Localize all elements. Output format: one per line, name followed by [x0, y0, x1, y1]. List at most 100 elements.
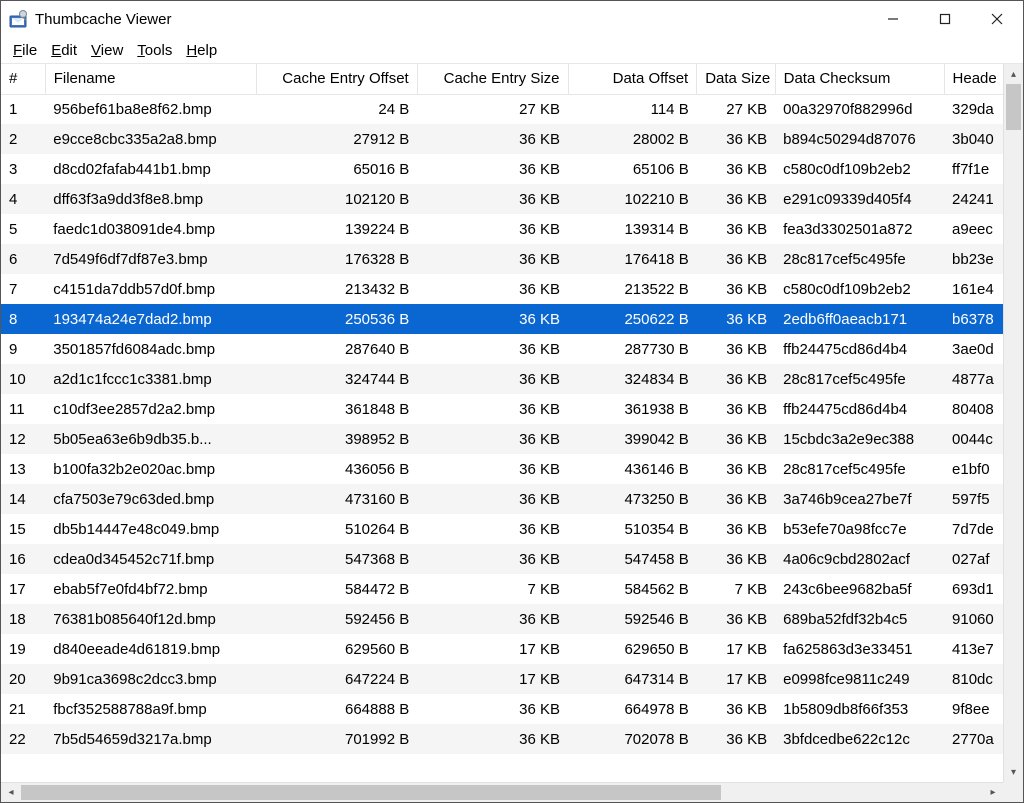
cell-data-size: 36 KB — [697, 184, 775, 214]
col-number[interactable]: # — [1, 64, 45, 94]
scroll-right-icon[interactable]: ▸ — [983, 783, 1003, 803]
scroll-left-icon[interactable]: ◂ — [1, 783, 21, 803]
cell-data-offset: 324834 B — [568, 364, 697, 394]
cell-header-checksum: 7d7de — [944, 514, 1003, 544]
table-row[interactable]: 125b05ea63e6b9db35.b...398952 B36 KB3990… — [1, 424, 1003, 454]
table-row[interactable]: 5faedc1d038091de4.bmp139224 B36 KB139314… — [1, 214, 1003, 244]
col-data-offset[interactable]: Data Offset — [568, 64, 697, 94]
cell-cache-entry-size: 36 KB — [417, 604, 568, 634]
hscroll-thumb[interactable] — [21, 785, 721, 800]
table-row[interactable]: 2e9cce8cbc335a2a8.bmp27912 B36 KB28002 B… — [1, 124, 1003, 154]
table-row[interactable]: 1876381b085640f12d.bmp592456 B36 KB59254… — [1, 604, 1003, 634]
cell-data-size: 27 KB — [697, 94, 775, 124]
vertical-scrollbar[interactable]: ▴ ▾ — [1003, 64, 1023, 782]
cell-filename: 5b05ea63e6b9db35.b... — [45, 424, 256, 454]
scroll-down-icon[interactable]: ▾ — [1004, 762, 1024, 782]
table-row[interactable]: 8193474a24e7dad2.bmp250536 B36 KB250622 … — [1, 304, 1003, 334]
cell-number: 20 — [1, 664, 45, 694]
cell-header-checksum: 80408 — [944, 394, 1003, 424]
cell-data-offset: 547458 B — [568, 544, 697, 574]
cell-data-offset: 647314 B — [568, 664, 697, 694]
cell-number: 8 — [1, 304, 45, 334]
vscroll-thumb[interactable] — [1006, 84, 1021, 130]
cell-number: 22 — [1, 724, 45, 754]
cell-data-offset: 250622 B — [568, 304, 697, 334]
table-row[interactable]: 14cfa7503e79c63ded.bmp473160 B36 KB47325… — [1, 484, 1003, 514]
horizontal-scrollbar[interactable]: ◂ ▸ — [1, 782, 1003, 802]
table-row[interactable]: 15db5b14447e48c049.bmp510264 B36 KB51035… — [1, 514, 1003, 544]
close-button[interactable] — [971, 1, 1023, 37]
cell-cache-entry-offset: 139224 B — [256, 214, 417, 244]
cell-data-size: 36 KB — [697, 124, 775, 154]
table-row[interactable]: 93501857fd6084adc.bmp287640 B36 KB287730… — [1, 334, 1003, 364]
menu-edit[interactable]: Edit — [45, 40, 83, 61]
cell-data-size: 36 KB — [697, 214, 775, 244]
cell-cache-entry-offset: 27912 B — [256, 124, 417, 154]
cell-filename: cfa7503e79c63ded.bmp — [45, 484, 256, 514]
window-title: Thumbcache Viewer — [35, 11, 867, 28]
cell-header-checksum: 597f5 — [944, 484, 1003, 514]
vscroll-track[interactable] — [1004, 84, 1023, 762]
cell-header-checksum: 4877a — [944, 364, 1003, 394]
cell-cache-entry-size: 36 KB — [417, 154, 568, 184]
col-data-size[interactable]: Data Size — [697, 64, 775, 94]
minimize-button[interactable] — [867, 1, 919, 37]
header-row[interactable]: # Filename Cache Entry Offset Cache Entr… — [1, 64, 1003, 94]
cell-cache-entry-size: 36 KB — [417, 454, 568, 484]
cell-data-checksum: 3a746b9cea27be7f — [775, 484, 944, 514]
cell-header-checksum: bb23e — [944, 244, 1003, 274]
col-cache-entry-size[interactable]: Cache Entry Size — [417, 64, 568, 94]
cell-filename: 193474a24e7dad2.bmp — [45, 304, 256, 334]
cell-cache-entry-offset: 287640 B — [256, 334, 417, 364]
cell-header-checksum: 2770a — [944, 724, 1003, 754]
scroll-up-icon[interactable]: ▴ — [1004, 64, 1024, 84]
cell-number: 18 — [1, 604, 45, 634]
cell-data-checksum: ffb24475cd86d4b4 — [775, 334, 944, 364]
cell-filename: 9b91ca3698c2dcc3.bmp — [45, 664, 256, 694]
cell-number: 11 — [1, 394, 45, 424]
maximize-button[interactable] — [919, 1, 971, 37]
table-row[interactable]: 11c10df3ee2857d2a2.bmp361848 B36 KB36193… — [1, 394, 1003, 424]
table-row[interactable]: 19d840eeade4d61819.bmp629560 B17 KB62965… — [1, 634, 1003, 664]
cell-cache-entry-offset: 647224 B — [256, 664, 417, 694]
table-row[interactable]: 17ebab5f7e0fd4bf72.bmp584472 B7 KB584562… — [1, 574, 1003, 604]
table-row[interactable]: 67d549f6df7df87e3.bmp176328 B36 KB176418… — [1, 244, 1003, 274]
col-filename[interactable]: Filename — [45, 64, 256, 94]
cell-filename: fbcf352588788a9f.bmp — [45, 694, 256, 724]
col-cache-entry-offset[interactable]: Cache Entry Offset — [256, 64, 417, 94]
cell-data-offset: 436146 B — [568, 454, 697, 484]
titlebar[interactable]: Thumbcache Viewer — [1, 1, 1023, 37]
cell-cache-entry-size: 36 KB — [417, 424, 568, 454]
cell-cache-entry-size: 36 KB — [417, 724, 568, 754]
table-row[interactable]: 10a2d1c1fccc1c3381.bmp324744 B36 KB32483… — [1, 364, 1003, 394]
table-row[interactable]: 227b5d54659d3217a.bmp701992 B36 KB702078… — [1, 724, 1003, 754]
hscroll-track[interactable] — [21, 783, 983, 802]
cell-header-checksum: 161e4 — [944, 274, 1003, 304]
menu-help[interactable]: Help — [180, 40, 223, 61]
data-table[interactable]: # Filename Cache Entry Offset Cache Entr… — [1, 64, 1003, 754]
table-row[interactable]: 3d8cd02fafab441b1.bmp65016 B36 KB65106 B… — [1, 154, 1003, 184]
table-row[interactable]: 21fbcf352588788a9f.bmp664888 B36 KB66497… — [1, 694, 1003, 724]
cell-data-checksum: 15cbdc3a2e9ec388 — [775, 424, 944, 454]
cell-cache-entry-offset: 250536 B — [256, 304, 417, 334]
menu-view[interactable]: View — [85, 40, 129, 61]
cell-filename: d840eeade4d61819.bmp — [45, 634, 256, 664]
table-row[interactable]: 209b91ca3698c2dcc3.bmp647224 B17 KB64731… — [1, 664, 1003, 694]
table-row[interactable]: 1956bef61ba8e8f62.bmp24 B27 KB114 B27 KB… — [1, 94, 1003, 124]
menu-tools[interactable]: Tools — [131, 40, 178, 61]
cell-cache-entry-offset: 473160 B — [256, 484, 417, 514]
cell-data-checksum: ffb24475cd86d4b4 — [775, 394, 944, 424]
cell-data-checksum: 2edb6ff0aeacb171 — [775, 304, 944, 334]
col-data-checksum[interactable]: Data Checksum — [775, 64, 944, 94]
table-row[interactable]: 16cdea0d345452c71f.bmp547368 B36 KB54745… — [1, 544, 1003, 574]
cell-filename: 956bef61ba8e8f62.bmp — [45, 94, 256, 124]
table-row[interactable]: 7c4151da7ddb57d0f.bmp213432 B36 KB213522… — [1, 274, 1003, 304]
cell-filename: a2d1c1fccc1c3381.bmp — [45, 364, 256, 394]
cell-header-checksum: e1bf0 — [944, 454, 1003, 484]
cell-number: 4 — [1, 184, 45, 214]
table-row[interactable]: 13b100fa32b2e020ac.bmp436056 B36 KB43614… — [1, 454, 1003, 484]
col-header-checksum[interactable]: Heade — [944, 64, 1003, 94]
table-row[interactable]: 4dff63f3a9dd3f8e8.bmp102120 B36 KB102210… — [1, 184, 1003, 214]
cell-number: 2 — [1, 124, 45, 154]
menu-file[interactable]: File — [7, 40, 43, 61]
